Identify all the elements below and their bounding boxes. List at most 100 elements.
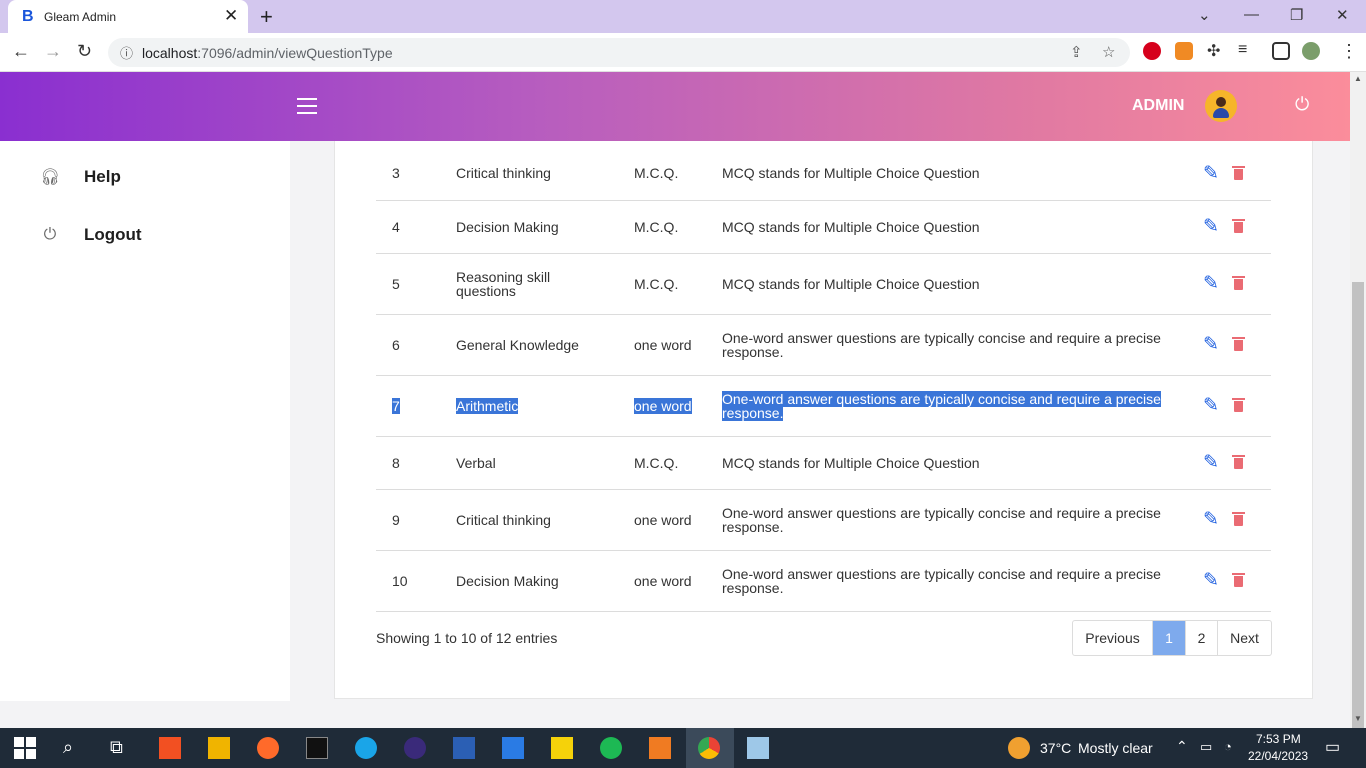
trash-icon[interactable] <box>1231 337 1245 351</box>
file-explorer-icon[interactable] <box>208 737 230 759</box>
row-type: M.C.Q. <box>618 147 706 201</box>
scroll-down-icon[interactable]: ▼ <box>1354 714 1362 723</box>
wifi-icon[interactable]: ◔ <box>1224 739 1232 754</box>
spotify-icon[interactable] <box>600 737 622 759</box>
scroll-up-icon[interactable]: ▲ <box>1354 74 1362 83</box>
side-panel-icon[interactable] <box>1272 42 1290 60</box>
opera-extension-icon[interactable] <box>1143 42 1161 60</box>
clock-date[interactable]: 22/04/2023 <box>1248 749 1308 763</box>
close-tab-icon[interactable]: ✕ <box>224 6 238 26</box>
headset-icon: 🎧︎ <box>40 169 61 186</box>
weather-temperature[interactable]: 37°C <box>1040 740 1071 756</box>
row-name: Critical thinking <box>440 489 618 551</box>
row-description-text: One-word answer questions are typically … <box>722 390 1161 421</box>
eclipse-icon[interactable] <box>404 737 426 759</box>
share-icon[interactable]: ⇪ <box>1070 43 1083 61</box>
trash-icon[interactable] <box>1231 219 1245 233</box>
calendar-icon[interactable] <box>502 737 524 759</box>
terminal-icon[interactable] <box>306 737 328 759</box>
browser-menu-icon[interactable]: ⋮ <box>1340 41 1358 62</box>
scroll-thumb[interactable] <box>1352 282 1364 752</box>
row-actions: ✎ <box>1179 200 1271 254</box>
task-view-icon[interactable]: ⧉ <box>110 737 123 758</box>
tab-search-icon[interactable]: ⌄ <box>1198 6 1211 24</box>
forward-icon[interactable]: → <box>44 41 62 62</box>
edit-icon[interactable]: ✎ <box>1203 274 1219 293</box>
weather-condition[interactable]: Mostly clear <box>1078 740 1153 756</box>
bookmark-star-icon[interactable]: ☆ <box>1102 43 1115 61</box>
word-icon[interactable] <box>453 737 475 759</box>
row-name: General Knowledge <box>440 314 618 376</box>
row-actions: ✎ <box>1179 314 1271 376</box>
edit-icon[interactable]: ✎ <box>1203 396 1219 415</box>
page-2-button[interactable]: 2 <box>1186 621 1218 655</box>
row-id: 4 <box>376 200 440 254</box>
hamburger-menu-icon[interactable] <box>297 98 317 119</box>
row-description: MCQ stands for Multiple Choice Question <box>706 253 1179 315</box>
table-row: 6 General Knowledge one word One-word an… <box>376 314 1271 376</box>
previous-page-button[interactable]: Previous <box>1073 621 1153 655</box>
pdf-app-icon[interactable] <box>649 737 671 759</box>
sidebar-item-logout[interactable]: ⏻ Logout <box>40 225 142 245</box>
minimize-icon[interactable]: — <box>1244 6 1259 23</box>
trash-icon[interactable] <box>1231 455 1245 469</box>
profile-avatar-icon[interactable] <box>1302 42 1320 60</box>
row-actions: ✎ <box>1179 436 1271 490</box>
pen-app-icon[interactable] <box>257 737 279 759</box>
address-bar[interactable]: ⓘ localhost:7096/admin/viewQuestionType … <box>108 38 1130 67</box>
metamask-extension-icon[interactable] <box>1175 42 1193 60</box>
next-page-button[interactable]: Next <box>1218 621 1271 655</box>
new-tab-icon[interactable]: + <box>260 4 273 30</box>
page-1-button[interactable]: 1 <box>1153 621 1186 655</box>
table-row: 9 Critical thinking one word One-word an… <box>376 489 1271 551</box>
row-description: MCQ stands for Multiple Choice Question <box>706 147 1179 201</box>
trash-icon[interactable] <box>1231 165 1245 180</box>
row-type: one word <box>618 489 706 551</box>
row-actions: ✎ <box>1179 489 1271 551</box>
microsoft-store-icon[interactable] <box>159 737 181 759</box>
restore-icon[interactable]: ❐ <box>1290 6 1303 24</box>
search-icon[interactable]: ⌕ <box>63 737 73 758</box>
admin-avatar[interactable] <box>1205 90 1237 122</box>
notifications-icon[interactable]: ▭ <box>1325 737 1340 757</box>
sidebar-item-help[interactable]: 🎧︎ Help <box>40 167 121 187</box>
browser-tab[interactable]: B Gleam Admin ✕ <box>8 0 248 33</box>
browser-tabstrip: B Gleam Admin ✕ + ⌄ — ❐ ✕ <box>0 0 1366 33</box>
row-type: one word <box>618 375 706 437</box>
row-type: M.C.Q. <box>618 436 706 490</box>
close-window-icon[interactable]: ✕ <box>1336 6 1349 24</box>
notepad-icon[interactable] <box>747 737 769 759</box>
edit-icon[interactable]: ✎ <box>1203 453 1219 472</box>
page-scrollbar[interactable]: ▲ ▼ <box>1350 72 1366 752</box>
edit-icon[interactable]: ✎ <box>1203 164 1219 183</box>
edit-icon[interactable]: ✎ <box>1203 335 1219 354</box>
page: ADMIN ⏻ 🎧︎ Help ⏻ Logout 3 Critical thin… <box>0 72 1350 728</box>
sticky-notes-icon[interactable] <box>551 737 573 759</box>
power-icon[interactable]: ⏻ <box>1295 94 1309 115</box>
row-id: 9 <box>376 489 440 551</box>
clock-time[interactable]: 7:53 PM <box>1256 732 1301 746</box>
extensions-puzzle-icon[interactable]: ✣ <box>1207 41 1220 61</box>
edit-icon[interactable]: ✎ <box>1203 510 1219 529</box>
tray-chevron-icon[interactable]: ⌃ <box>1176 738 1188 755</box>
edit-icon[interactable]: ✎ <box>1203 571 1219 590</box>
weather-icon[interactable] <box>1008 737 1030 759</box>
media-queue-icon[interactable]: ≡ <box>1238 41 1247 59</box>
trash-icon[interactable] <box>1231 398 1245 412</box>
battery-icon[interactable]: ▭ <box>1200 739 1212 755</box>
edge-browser-icon[interactable] <box>355 737 377 759</box>
row-actions: ✎ <box>1179 147 1271 201</box>
pagination: Previous 1 2 Next <box>1072 620 1272 656</box>
edit-icon[interactable]: ✎ <box>1203 217 1219 236</box>
row-actions: ✎ <box>1179 375 1271 437</box>
row-description: One-word answer questions are typically … <box>706 314 1179 376</box>
trash-icon[interactable] <box>1231 276 1245 290</box>
chrome-icon[interactable] <box>698 737 720 759</box>
windows-start-icon[interactable] <box>14 737 36 759</box>
back-icon[interactable]: ← <box>12 41 30 62</box>
trash-icon[interactable] <box>1231 512 1245 526</box>
sidebar-item-label: Logout <box>84 225 142 244</box>
reload-icon[interactable]: ↻ <box>77 41 92 62</box>
trash-icon[interactable] <box>1231 573 1245 587</box>
site-info-icon[interactable]: ⓘ <box>120 43 133 62</box>
